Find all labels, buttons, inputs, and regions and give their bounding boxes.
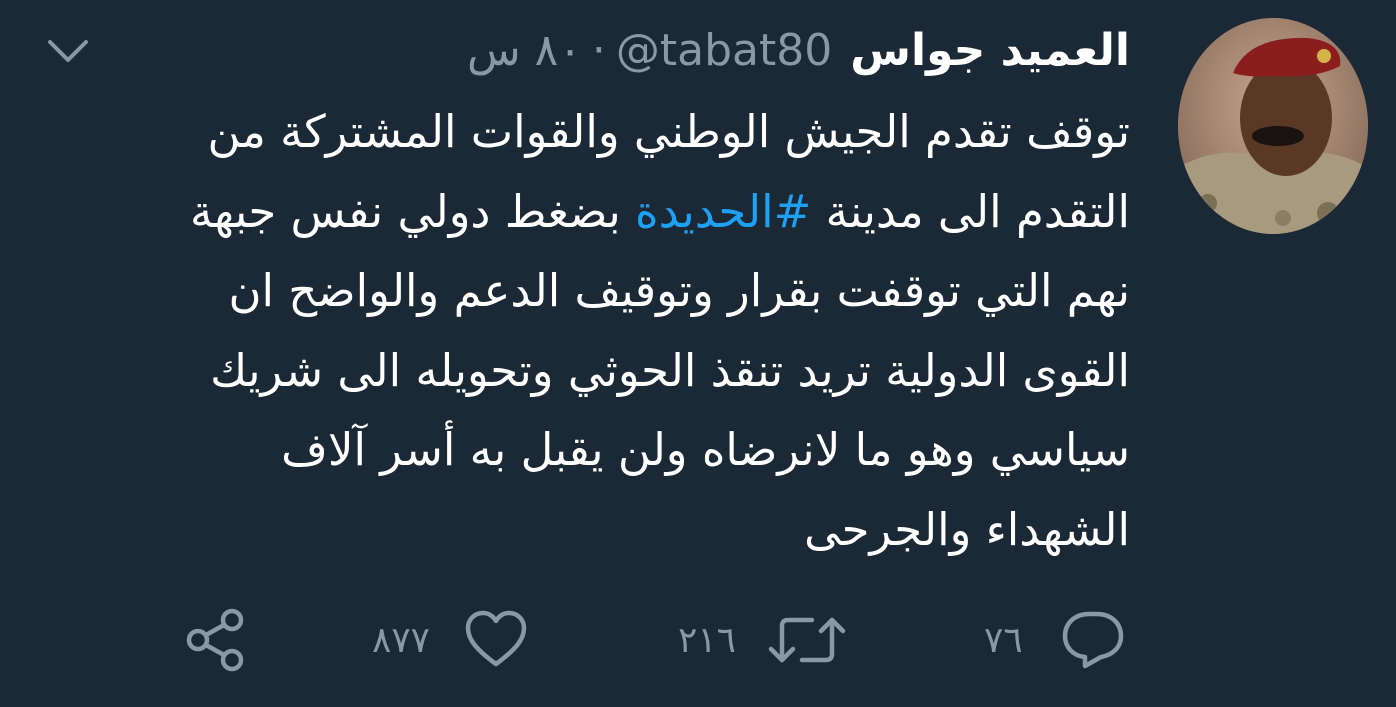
like-count: ٨٧٧ (372, 619, 431, 661)
like-button[interactable]: ٨٧٧ (372, 600, 528, 680)
retweet-count: ٢١٦ (678, 619, 737, 661)
avatar[interactable] (1178, 18, 1368, 234)
share-button[interactable] (182, 600, 250, 680)
tweet-text-line: القوى الدولية تريد تنقذ الحوثي وتحويله ا… (210, 343, 1130, 397)
tweet-text-line: نهم التي توقفت بقرار وتوقيف الدعم والواض… (228, 264, 1130, 317)
reply-icon (1062, 611, 1123, 669)
separator: · (591, 25, 606, 76)
reply-button[interactable]: ٧٦ (984, 600, 1125, 680)
retweet-button[interactable]: ٢١٦ (678, 600, 846, 680)
display-name[interactable]: العميد جواس (850, 14, 1130, 88)
user-handle[interactable]: @tabat80 (616, 14, 832, 88)
timestamp[interactable]: ٨٠ س (467, 14, 582, 88)
tweet-text-line: سياسي وهو ما لانرضاه ولن يقبل به أسر آلا… (281, 423, 1130, 476)
tweet-body: العميد جواس @tabat80 · ٨٠ س توقف تقدم ال… (50, 14, 1130, 569)
share-icon (186, 608, 244, 672)
avatar-image (1178, 18, 1368, 234)
heart-icon (465, 610, 527, 667)
tweet-text-line: توقف تقدم الجيش الوطني والقوات المشتركة … (207, 105, 1130, 158)
tweet-header: العميد جواس @tabat80 · ٨٠ س (50, 14, 1130, 88)
retweet-icon (768, 617, 846, 663)
reply-count: ٧٦ (984, 619, 1023, 661)
tweet-text-segment: بضغط دولي نفس جبهة (189, 184, 636, 238)
tweet-text-line: الشهداء والجرحى (804, 502, 1130, 556)
tweet[interactable]: العميد جواس @tabat80 · ٨٠ س توقف تقدم ال… (0, 0, 1396, 707)
tweet-actions: ٨٧٧ ٢١٦ ٧٦ (0, 600, 1396, 680)
hashtag-link[interactable]: #الحديدة (635, 185, 811, 238)
tweet-text-line: التقدم الى مدينة #الحديدة بضغط دولي نفس … (50, 172, 1130, 252)
tweet-text: توقف تقدم الجيش الوطني والقوات المشتركة … (50, 92, 1130, 569)
tweet-text-segment: التقدم الى مدينة (811, 184, 1130, 238)
